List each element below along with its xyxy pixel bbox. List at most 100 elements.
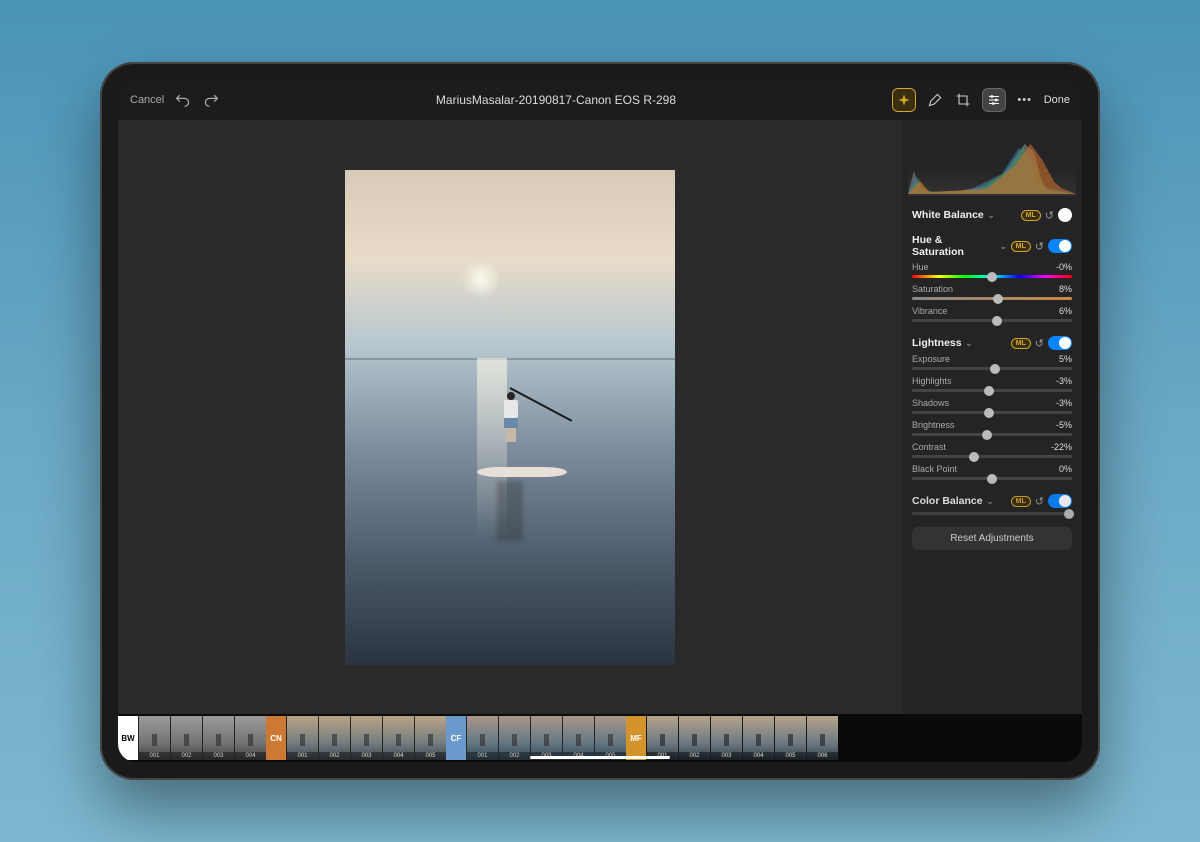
filmstrip-thumb[interactable]: 003 — [710, 716, 742, 760]
retouch-button[interactable] — [926, 91, 944, 109]
slider-value: 0% — [1059, 464, 1072, 474]
slider-knob[interactable] — [984, 386, 994, 396]
slider-track[interactable] — [912, 367, 1072, 370]
slider-contrast: Contrast-22% — [912, 442, 1072, 458]
filmstrip-thumb[interactable]: 002 — [170, 716, 202, 760]
filmstrip-thumb[interactable]: 005 — [774, 716, 806, 760]
filmstrip-thumb[interactable]: 004 — [382, 716, 414, 760]
slider-brightness: Brightness-5% — [912, 420, 1072, 436]
reset-adjustments-button[interactable]: Reset Adjustments — [912, 527, 1072, 550]
chevron-down-icon: ⌄ — [966, 339, 973, 348]
undo-icon — [175, 92, 191, 108]
hue-saturation-title[interactable]: Hue & Saturation⌄ — [912, 234, 1007, 258]
slider-track[interactable] — [912, 477, 1072, 480]
sparkle-icon — [897, 93, 911, 107]
filmstrip-thumb[interactable]: 004 — [562, 716, 594, 760]
filmstrip-thumb[interactable]: 004 — [234, 716, 266, 760]
thumb-number: 002 — [171, 752, 202, 760]
toolbar: Cancel MariusMasalar-20190817-Canon EOS … — [118, 80, 1082, 120]
undo-button[interactable] — [174, 91, 192, 109]
white-balance-title[interactable]: White Balance⌄ — [912, 209, 1017, 221]
ml-badge[interactable]: ML — [1011, 496, 1031, 507]
filmstrip-thumb[interactable]: 003 — [530, 716, 562, 760]
ml-enhance-button[interactable] — [892, 88, 916, 112]
thumb-number: 002 — [499, 752, 530, 760]
slider-knob[interactable] — [984, 408, 994, 418]
filmstrip-thumb[interactable]: 006 — [806, 716, 838, 760]
canvas[interactable] — [118, 120, 902, 714]
ipad-frame: Cancel MariusMasalar-20190817-Canon EOS … — [100, 62, 1100, 780]
filmstrip-thumb[interactable]: 005 — [594, 716, 626, 760]
slider-knob[interactable] — [1064, 509, 1074, 519]
slider-knob[interactable] — [993, 294, 1003, 304]
section-lightness: Lightness⌄ ML ↺ Exposure5%Highlights-3%S… — [902, 330, 1082, 488]
filmstrip-thumb[interactable]: 002 — [318, 716, 350, 760]
preset-badge-cf[interactable]: CF — [446, 716, 466, 760]
reset-section-button[interactable]: ↺ — [1045, 209, 1054, 222]
more-button[interactable]: ••• — [1016, 91, 1034, 109]
slider-highlights: Highlights-3% — [912, 376, 1072, 392]
main-area: White Balance⌄ ML ↺ Hue & Saturation⌄ ML… — [118, 120, 1082, 714]
color-balance-title[interactable]: Color Balance⌄ — [912, 495, 1007, 507]
thumb-number: 003 — [203, 752, 234, 760]
filmstrip-thumb[interactable]: 001 — [286, 716, 318, 760]
slider-knob[interactable] — [969, 452, 979, 462]
ml-badge[interactable]: ML — [1011, 338, 1031, 349]
hue-saturation-toggle[interactable] — [1048, 239, 1072, 253]
thumb-number: 004 — [235, 752, 266, 760]
slider-track[interactable] — [912, 433, 1072, 436]
lightness-title[interactable]: Lightness⌄ — [912, 337, 1007, 349]
preset-badge-mf[interactable]: MF — [626, 716, 646, 760]
thumb-number: 006 — [807, 752, 838, 760]
redo-button[interactable] — [202, 91, 220, 109]
filmstrip-thumb[interactable]: 003 — [350, 716, 382, 760]
cancel-button[interactable]: Cancel — [130, 94, 164, 106]
slider-value: -0% — [1056, 262, 1072, 272]
filmstrip-thumb[interactable]: 003 — [202, 716, 234, 760]
slider-knob[interactable] — [982, 430, 992, 440]
lightness-sliders: Exposure5%Highlights-3%Shadows-3%Brightn… — [912, 354, 1072, 480]
slider-label: Black Point — [912, 464, 957, 474]
filmstrip-thumb[interactable]: 005 — [414, 716, 446, 760]
slider-track[interactable] — [912, 389, 1072, 392]
filmstrip[interactable]: BW001002003004CN001002003004005CF0010020… — [118, 714, 1082, 762]
ml-badge[interactable]: ML — [1011, 241, 1031, 252]
color-balance-toggle[interactable] — [1048, 494, 1072, 508]
filmstrip-thumb[interactable]: 001 — [138, 716, 170, 760]
slider-label: Vibrance — [912, 306, 947, 316]
slider-knob[interactable] — [990, 364, 1000, 374]
slider-track[interactable] — [912, 275, 1072, 278]
adjust-button[interactable] — [982, 88, 1006, 112]
white-balance-picker[interactable] — [1058, 208, 1072, 222]
ml-badge[interactable]: ML — [1021, 210, 1041, 221]
home-indicator[interactable] — [530, 756, 670, 759]
filmstrip-thumb[interactable]: 004 — [742, 716, 774, 760]
filmstrip-thumb[interactable]: 001 — [646, 716, 678, 760]
slider-label: Highlights — [912, 376, 952, 386]
filmstrip-thumb[interactable]: 002 — [498, 716, 530, 760]
done-button[interactable]: Done — [1044, 94, 1070, 106]
reset-section-button[interactable]: ↺ — [1035, 337, 1044, 350]
histogram — [908, 126, 1076, 196]
preset-badge-cn[interactable]: CN — [266, 716, 286, 760]
slider-track[interactable] — [912, 297, 1072, 300]
slider-knob[interactable] — [992, 316, 1002, 326]
lightness-toggle[interactable] — [1048, 336, 1072, 350]
filmstrip-thumb[interactable]: 001 — [466, 716, 498, 760]
slider-value: 5% — [1059, 354, 1072, 364]
slider-vibrance: Vibrance6% — [912, 306, 1072, 322]
chevron-down-icon: ⌄ — [988, 211, 995, 220]
slider-exposure: Exposure5% — [912, 354, 1072, 370]
slider-knob[interactable] — [987, 272, 997, 282]
document-title: MariusMasalar-20190817-Canon EOS R-298 — [230, 93, 881, 107]
slider-track[interactable] — [912, 411, 1072, 414]
preset-badge-bw[interactable]: BW — [118, 716, 138, 760]
slider-knob[interactable] — [987, 474, 997, 484]
reset-section-button[interactable]: ↺ — [1035, 240, 1044, 253]
filmstrip-thumb[interactable]: 002 — [678, 716, 710, 760]
slider-track[interactable] — [912, 319, 1072, 322]
crop-button[interactable] — [954, 91, 972, 109]
slider-value: -3% — [1056, 398, 1072, 408]
reset-section-button[interactable]: ↺ — [1035, 495, 1044, 508]
slider-track[interactable] — [912, 455, 1072, 458]
